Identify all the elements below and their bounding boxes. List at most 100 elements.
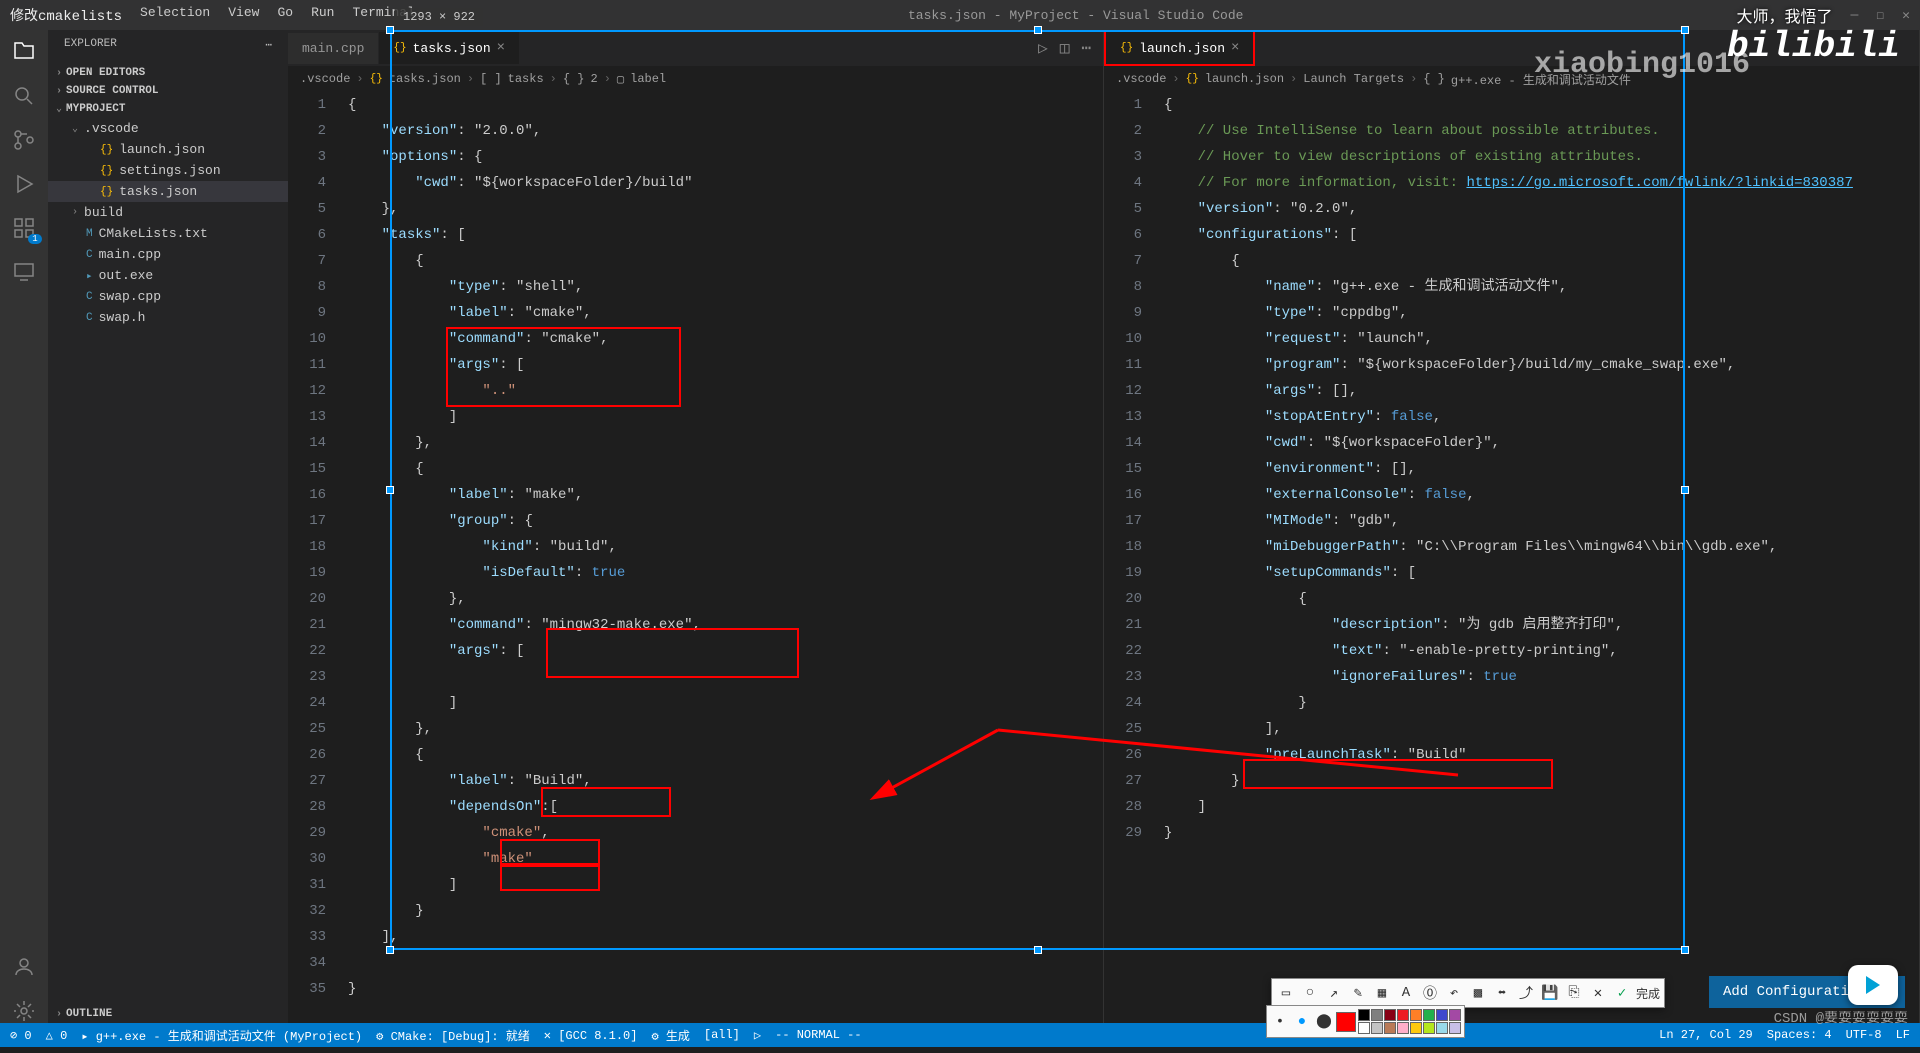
color-lavender[interactable] [1449,1022,1461,1034]
highlight-tool-icon[interactable]: ▦ [1372,983,1392,1003]
breadcrumbs-right[interactable]: .vscode› {}launch.json› Launch Targets› … [1104,66,1919,92]
play-button[interactable] [1848,965,1898,1005]
account-icon[interactable] [12,955,36,979]
code-right[interactable]: { // Use IntelliSense to learn about pos… [1160,92,1919,1023]
status-errors[interactable]: ⊘ 0 [10,1028,32,1043]
extensions-icon[interactable]: 1 [12,216,36,240]
tab-launch-json[interactable]: {} launch.json × [1104,30,1255,66]
menu-run[interactable]: Run [311,5,334,25]
menu-go[interactable]: Go [277,5,293,25]
json-icon: {} [393,42,406,54]
menu-view[interactable]: View [228,5,259,25]
color-red[interactable] [1336,1012,1356,1032]
color-pink[interactable] [1397,1022,1409,1034]
close-icon[interactable]: × [497,40,505,56]
size-large-icon[interactable]: ⬤ [1314,1012,1334,1032]
circle-tool-icon[interactable]: ○ [1300,983,1320,1003]
gutter-left: 1234567891011121314151617181920212223242… [288,92,344,1023]
status-all[interactable]: [all] [704,1028,740,1042]
color-orange[interactable] [1410,1009,1422,1021]
color-ltgray[interactable] [1371,1022,1383,1034]
minimize-icon[interactable]: ─ [1851,8,1859,23]
status-spaces[interactable]: Spaces: 4 [1767,1028,1832,1042]
file-cmakelists[interactable]: MCMakeLists.txt [48,223,288,244]
debug-icon[interactable] [12,172,36,196]
color-gray[interactable] [1371,1009,1383,1021]
color-green[interactable] [1423,1009,1435,1021]
done-label[interactable]: 完成 [1636,985,1660,1002]
copy-icon[interactable]: ⎘ [1564,983,1584,1003]
more-icon[interactable]: ⋯ [1081,38,1091,58]
file-tasks-json[interactable]: {}tasks.json [48,181,288,202]
color-purple[interactable] [1449,1009,1461,1021]
search-icon[interactable] [12,84,36,108]
pen-tool-icon[interactable]: ✎ [1348,983,1368,1003]
close-icon[interactable]: ✕ [1902,8,1910,23]
undo-icon[interactable]: ↶ [1444,983,1464,1003]
color-lime[interactable] [1423,1022,1435,1034]
size-small-icon[interactable]: • [1270,1012,1290,1032]
save-icon[interactable]: 💾 [1540,983,1560,1003]
status-gcc[interactable]: ✕ [GCC 8.1.0] [544,1028,638,1043]
video-subtitle: 修改cmakelists [10,5,122,25]
sidebar-title: EXPLORER ⋯ [48,30,288,60]
tab-main-cpp[interactable]: main.cpp [288,33,379,64]
file-main-cpp[interactable]: Cmain.cpp [48,244,288,265]
size-medium-icon[interactable]: ● [1292,1012,1312,1032]
status-encoding[interactable]: UTF-8 [1846,1028,1882,1042]
color-blue[interactable] [1436,1009,1448,1021]
maximize-icon[interactable]: ☐ [1876,8,1884,23]
editor-content-right[interactable]: 1234567891011121314151617181920212223242… [1104,92,1919,1023]
section-project[interactable]: ⌄MYPROJECT [48,100,288,118]
status-position[interactable]: Ln 27, Col 29 [1659,1028,1753,1042]
sidebar-more-icon[interactable]: ⋯ [265,38,272,52]
text-tool-icon[interactable]: A [1396,983,1416,1003]
status-launch-config[interactable]: ▸ g++.exe - 生成和调试活动文件 (MyProject) [81,1027,362,1044]
pin-icon[interactable]: ⬌ [1492,983,1512,1003]
section-open-editors[interactable]: ›OPEN EDITORS [48,64,288,82]
main-area: 1 EXPLORER ⋯ ›OPEN EDITORS ›SOURCE CONTR… [0,30,1920,1023]
menu-selection[interactable]: Selection [140,5,210,25]
color-black[interactable] [1358,1009,1370,1021]
ocr-icon[interactable]: ⤴ [1516,983,1536,1003]
status-build[interactable]: ⚙ 生成 [651,1027,689,1044]
color-red2[interactable] [1397,1009,1409,1021]
arrow-tool-icon[interactable]: ↗ [1324,983,1344,1003]
file-swap-cpp[interactable]: Cswap.cpp [48,286,288,307]
counter-tool-icon[interactable]: ⓪ [1420,983,1440,1003]
file-launch-json[interactable]: {}launch.json [48,139,288,160]
source-control-icon[interactable] [12,128,36,152]
folder-build[interactable]: ›build [48,202,288,223]
explorer-icon[interactable] [12,40,36,64]
status-cmake[interactable]: ⚙ CMake: [Debug]: 就绪 [376,1027,530,1044]
csdn-watermark: CSDN @要耍耍耍耍耍 [1774,1007,1908,1027]
status-debug-play[interactable]: ▷ [754,1028,761,1043]
remote-icon[interactable] [12,260,36,284]
file-settings-json[interactable]: {}settings.json [48,160,288,181]
blur-tool-icon[interactable]: ▩ [1468,983,1488,1003]
color-brown[interactable] [1384,1022,1396,1034]
section-outline[interactable]: ›OUTLINE [48,1005,288,1023]
editor-content-left[interactable]: 1234567891011121314151617181920212223242… [288,92,1103,1023]
file-swap-h[interactable]: Cswap.h [48,307,288,328]
statusbar: ⊘ 0 △ 0 ▸ g++.exe - 生成和调试活动文件 (MyProject… [0,1023,1920,1047]
settings-icon[interactable] [12,999,36,1023]
tab-tasks-json[interactable]: {} tasks.json × [379,32,520,64]
done-icon[interactable]: ✓ [1612,983,1632,1003]
color-white[interactable] [1358,1022,1370,1034]
code-left[interactable]: { "version": "2.0.0", "options": { "cwd"… [344,92,1103,1023]
color-ltblue[interactable] [1436,1022,1448,1034]
run-icon[interactable]: ▷ [1038,38,1048,58]
close-icon[interactable]: × [1231,40,1239,56]
status-warnings[interactable]: △ 0 [46,1028,68,1043]
section-source-control[interactable]: ›SOURCE CONTROL [48,82,288,100]
cancel-icon[interactable]: ✕ [1588,983,1608,1003]
breadcrumbs-left[interactable]: .vscode› {}tasks.json› [ ]tasks› { }2› ▢… [288,66,1103,92]
rect-tool-icon[interactable]: ▭ [1276,983,1296,1003]
split-icon[interactable]: ◫ [1060,38,1070,58]
file-out-exe[interactable]: ▸out.exe [48,265,288,286]
color-darkred[interactable] [1384,1009,1396,1021]
color-gold[interactable] [1410,1022,1422,1034]
status-eol[interactable]: LF [1896,1028,1910,1042]
folder-vscode[interactable]: ⌄.vscode [48,118,288,139]
